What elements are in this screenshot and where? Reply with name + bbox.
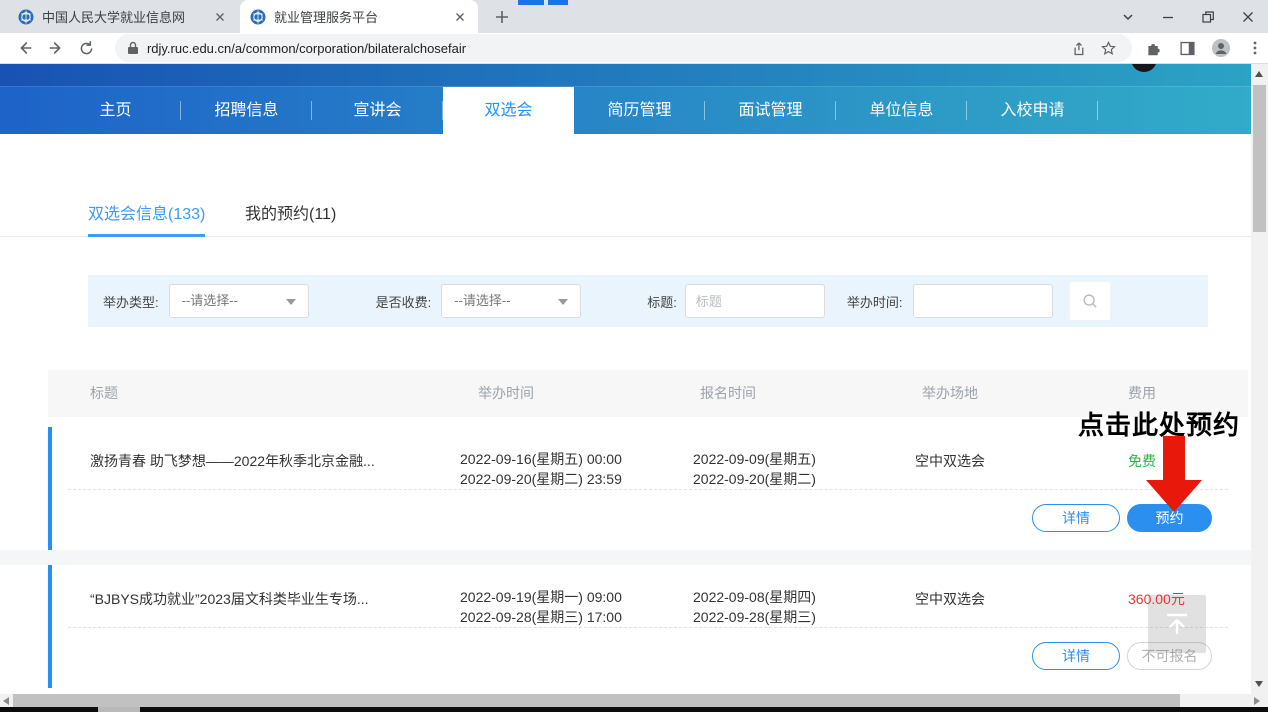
filter-time-label: 举办时间: xyxy=(847,292,903,311)
filter-fee-label: 是否收费: xyxy=(376,292,432,311)
horizontal-scrollbar-thumb[interactable] xyxy=(13,694,1180,707)
fair-venue: 空中双选会 xyxy=(915,589,985,609)
url-text: rdjy.ruc.edu.cn/a/common/corporation/bil… xyxy=(147,41,1060,56)
detail-button[interactable]: 详情 xyxy=(1032,504,1120,532)
tab-title: 就业管理服务平台 xyxy=(274,7,444,26)
fair-signup-time: 2022-09-09(星期五)2022-09-20(星期二) xyxy=(693,449,816,489)
filter-type-value: --请选择-- xyxy=(182,293,238,308)
tab-title: 中国人民大学就业信息网 xyxy=(42,7,204,26)
chevron-down-icon xyxy=(286,299,296,305)
fair-row-1: 激扬青春 助飞梦想——2022年秋季北京金融... 2022-09-16(星期五… xyxy=(48,427,1248,550)
vertical-scrollbar[interactable] xyxy=(1251,64,1268,694)
col-title: 标题 xyxy=(90,370,118,417)
browser-tab-employment-platform[interactable]: 就业管理服务平台 xyxy=(240,0,478,33)
bookmark-star-icon[interactable] xyxy=(1096,37,1120,59)
nav-item-resume-mgmt[interactable]: 简历管理 xyxy=(574,87,705,134)
fair-row-2: “BJBYS成功就业”2023届文科类毕业生专场... 2022-09-19(星… xyxy=(48,565,1248,688)
fair-hold-time: 2022-09-16(星期五) 00:002022-09-20(星期二) 23:… xyxy=(460,449,622,489)
scroll-right-arrow-icon[interactable] xyxy=(1254,697,1260,705)
browser-menu-kebab-icon[interactable] xyxy=(1242,36,1268,60)
nav-item-recruit-info[interactable]: 招聘信息 xyxy=(181,87,312,134)
fair-signup-time: 2022-09-08(星期四)2022-09-28(星期三) xyxy=(693,587,816,627)
nav-item-employer-info[interactable]: 单位信息 xyxy=(836,87,967,134)
filter-bar: 举办类型: --请选择-- 是否收费: --请选择-- 标题: 举办时间: xyxy=(88,275,1208,327)
view-tabs-row: 双选会信息(133) 我的预约(11) xyxy=(0,174,1251,237)
back-to-top-icon xyxy=(1162,609,1192,639)
chevron-down-icon xyxy=(558,299,568,305)
fair-hold-time: 2022-09-19(星期一) 09:002022-09-28(星期三) 17:… xyxy=(460,587,622,627)
filter-time-input[interactable] xyxy=(913,284,1053,318)
fair-venue: 空中双选会 xyxy=(915,451,985,471)
col-hold-time: 举办时间 xyxy=(478,370,534,417)
forward-button[interactable] xyxy=(43,36,69,60)
refresh-button[interactable] xyxy=(74,36,100,60)
new-tab-button[interactable] xyxy=(492,7,512,27)
detail-button[interactable]: 详情 xyxy=(1032,642,1120,670)
scroll-down-arrow-icon[interactable] xyxy=(1255,681,1263,687)
annotation-arrow-icon xyxy=(1146,436,1202,512)
scroll-up-arrow-icon[interactable] xyxy=(1255,71,1263,77)
frame-accent-bar xyxy=(548,0,568,5)
nav-item-interview-mgmt[interactable]: 面试管理 xyxy=(705,87,836,134)
browser-tab-strip: 中国人民大学就业信息网 就业管理服务平台 xyxy=(0,0,1268,33)
sidebar-panel-icon[interactable] xyxy=(1174,36,1200,60)
filter-fee-value: --请选择-- xyxy=(454,293,510,308)
fair-fee: 360.00元 xyxy=(1128,589,1185,609)
taskbar-edge xyxy=(0,707,1268,712)
close-window-button[interactable] xyxy=(1228,0,1268,33)
lock-icon xyxy=(127,41,139,55)
filter-type-label: 举办类型: xyxy=(103,292,159,311)
main-navigation: 主页 招聘信息 宣讲会 双选会 简历管理 面试管理 单位信息 入校申请 xyxy=(0,87,1251,134)
nav-item-campus-entry[interactable]: 入校申请 xyxy=(967,87,1098,134)
window-controls xyxy=(1108,0,1268,33)
filter-fee-select[interactable]: --请选择-- xyxy=(441,284,581,318)
extensions-puzzle-icon[interactable] xyxy=(1140,36,1166,60)
url-bar[interactable]: rdjy.ruc.edu.cn/a/common/corporation/bil… xyxy=(115,34,1132,62)
restore-button[interactable] xyxy=(1188,0,1228,33)
filter-title-input[interactable] xyxy=(685,284,825,318)
profile-avatar[interactable] xyxy=(1208,36,1234,60)
close-tab-icon[interactable] xyxy=(212,9,228,25)
tab-my-reservations[interactable]: 我的预约(11) xyxy=(245,195,336,237)
fair-title[interactable]: “BJBYS成功就业”2023届文科类毕业生专场... xyxy=(90,589,452,609)
browser-toolbar: rdjy.ruc.edu.cn/a/common/corporation/bil… xyxy=(0,33,1268,64)
site-favicon-icon xyxy=(18,9,34,25)
nav-item-info-session[interactable]: 宣讲会 xyxy=(312,87,443,134)
user-avatar[interactable] xyxy=(1131,64,1157,72)
tab-search-chevron-icon[interactable] xyxy=(1108,0,1148,33)
dashed-divider xyxy=(68,627,1228,628)
col-signup-time: 报名时间 xyxy=(700,370,756,417)
row-divider xyxy=(0,550,1251,565)
dashed-divider xyxy=(68,489,1228,490)
filter-title-label: 标题: xyxy=(647,292,677,311)
filter-type-select[interactable]: --请选择-- xyxy=(169,284,309,318)
tab-fair-info[interactable]: 双选会信息(133) xyxy=(88,195,205,237)
close-tab-icon[interactable] xyxy=(452,9,468,25)
col-venue: 举办场地 xyxy=(922,370,978,417)
browser-tab-ruc-employment[interactable]: 中国人民大学就业信息网 xyxy=(8,0,238,33)
back-button[interactable] xyxy=(12,36,38,60)
search-icon xyxy=(1081,292,1099,310)
share-icon[interactable] xyxy=(1066,37,1090,59)
vertical-scrollbar-thumb[interactable] xyxy=(1253,85,1266,232)
search-button[interactable] xyxy=(1069,281,1111,321)
nav-item-job-fair[interactable]: 双选会 xyxy=(443,87,574,134)
site-header-strip xyxy=(0,64,1251,87)
table-header: 标题 举办时间 报名时间 举办场地 费用 xyxy=(48,370,1248,417)
frame-accent-bar xyxy=(518,0,544,5)
nav-item-home[interactable]: 主页 xyxy=(50,87,181,134)
taskbar-edge-highlight xyxy=(98,707,140,712)
scroll-left-arrow-icon[interactable] xyxy=(3,697,9,705)
screen: 中国人民大学就业信息网 就业管理服务平台 rdjy.ruc.edu.cn/a/c… xyxy=(0,0,1268,712)
minimize-button[interactable] xyxy=(1148,0,1188,33)
horizontal-scrollbar[interactable] xyxy=(0,694,1268,707)
site-favicon-icon xyxy=(250,9,266,25)
page-content: 主页 招聘信息 宣讲会 双选会 简历管理 面试管理 单位信息 入校申请 双选会信… xyxy=(0,64,1251,694)
fair-title[interactable]: 激扬青春 助飞梦想——2022年秋季北京金融... xyxy=(90,451,452,471)
